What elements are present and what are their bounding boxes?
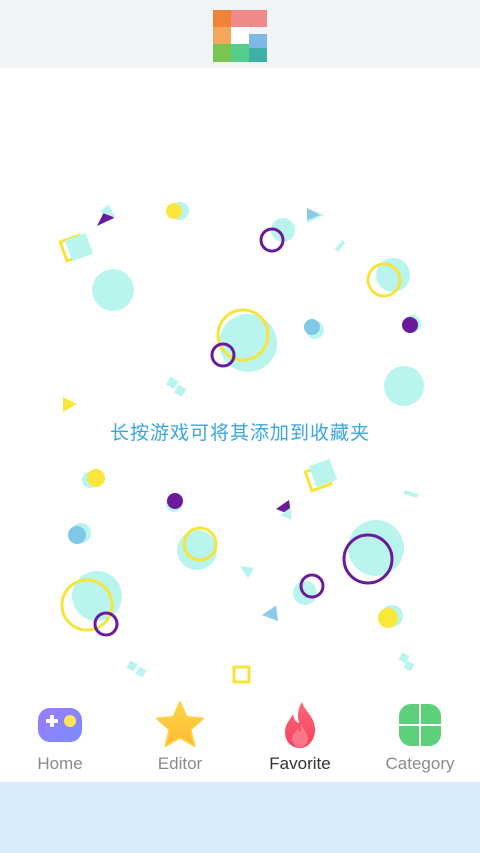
bottom-strip: [0, 782, 480, 853]
favorites-panel: 长按游戏可将其添加到收藏夹: [0, 68, 480, 700]
bottom-tab-bar: Home Editor Favorite Category: [0, 700, 480, 782]
flame-icon: [285, 702, 315, 748]
confetti-decoration: [58, 202, 424, 684]
tab-home-label: Home: [37, 754, 83, 773]
tab-category[interactable]: Category: [360, 700, 480, 782]
tab-home[interactable]: Home: [0, 700, 120, 782]
gamepad-icon: [38, 708, 82, 742]
tab-favorite-label: Favorite: [269, 754, 331, 773]
empty-favorites-message: 长按游戏可将其添加到收藏夹: [109, 423, 370, 444]
tab-editor[interactable]: Editor: [120, 700, 240, 782]
clover-icon: [399, 704, 441, 746]
app-header: [0, 0, 480, 68]
tab-favorite[interactable]: Favorite: [240, 700, 360, 782]
tab-editor-label: Editor: [157, 754, 203, 773]
star-icon: [156, 701, 204, 747]
tab-category-label: Category: [385, 754, 455, 773]
app-logo-icon: [213, 10, 267, 62]
